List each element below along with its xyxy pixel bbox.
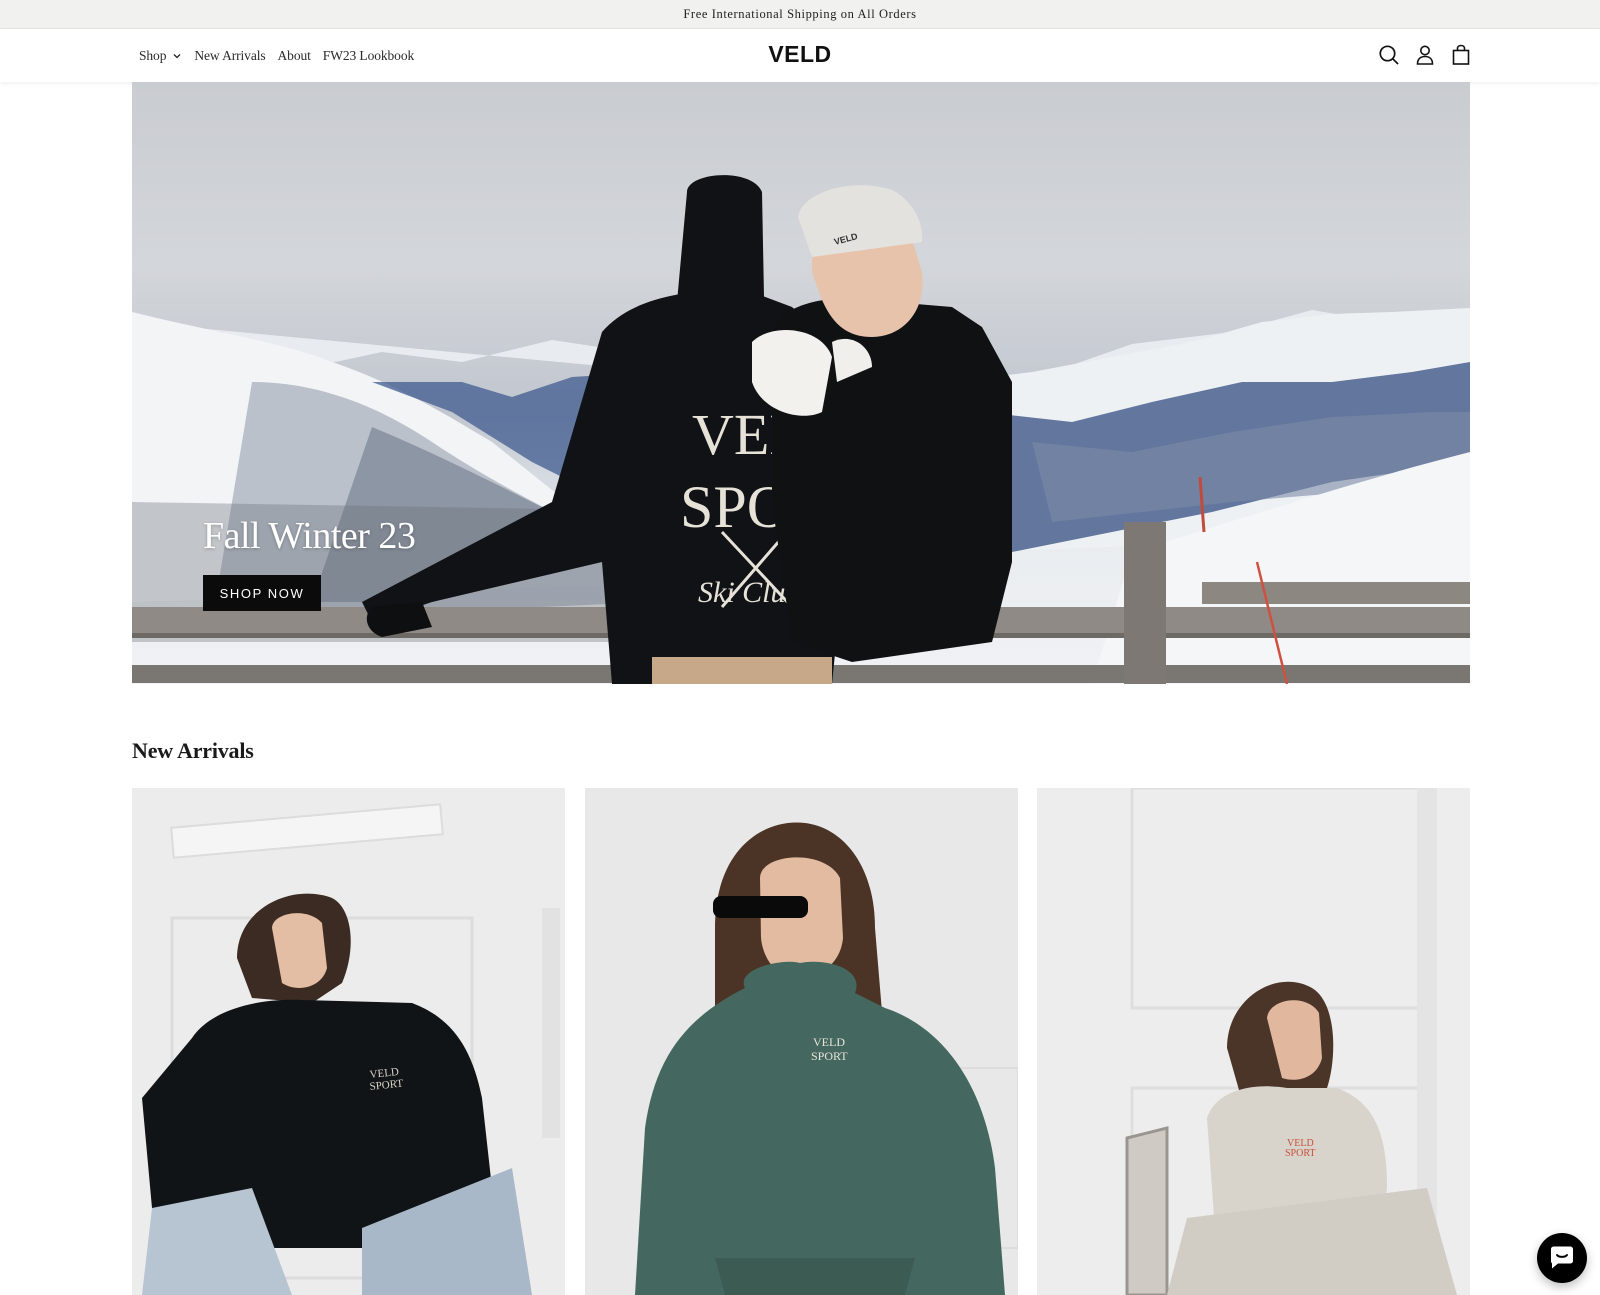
nav-shop[interactable]: Shop (139, 48, 182, 64)
nav-new-arrivals[interactable]: New Arrivals (194, 48, 265, 64)
shop-now-button[interactable]: SHOP NOW (203, 575, 321, 611)
chat-icon (1551, 1246, 1573, 1269)
nav-lookbook-label: FW23 Lookbook (322, 47, 415, 63)
cart-icon[interactable] (1449, 43, 1473, 67)
site-logo[interactable]: VELD (768, 41, 831, 67)
chevron-down-icon (173, 53, 181, 58)
product-3-print-line2: SPORT (1285, 1148, 1316, 1159)
product-2-print-line2: SPORT (811, 1049, 848, 1063)
site-header: Shop New Arrivals About FW23 Lookbook VE… (0, 29, 1600, 82)
product-image-1: VELD SPORT (132, 788, 565, 1295)
main-nav: Shop New Arrivals About FW23 Lookbook (139, 29, 414, 82)
search-icon[interactable] (1377, 43, 1401, 67)
account-icon[interactable] (1413, 43, 1437, 67)
hero-title: Fall Winter 23 (203, 515, 416, 557)
announcement-text: Free International Shipping on All Order… (683, 6, 917, 21)
nav-about-label: About (277, 47, 311, 63)
product-card-1[interactable]: VELD SPORT (132, 788, 565, 1295)
product-card-3[interactable]: VELD SPORT (1037, 788, 1470, 1295)
product-card-2[interactable]: VELD SPORT (585, 788, 1018, 1295)
hero-banner: VELD SPORT Ski Club VELD Fall Winter 23 … (132, 82, 1470, 684)
announcement-bar: Free International Shipping on All Order… (0, 0, 1600, 29)
product-image-2: VELD SPORT (585, 788, 1018, 1295)
new-arrivals-title: New Arrivals (132, 738, 254, 763)
nav-about[interactable]: About (278, 48, 311, 64)
product-2-print-line1: VELD (813, 1035, 845, 1049)
hero-image: VELD SPORT Ski Club VELD (132, 175, 1470, 684)
nav-new-arrivals-label: New Arrivals (194, 47, 266, 63)
product-image-3: VELD SPORT (1037, 788, 1470, 1295)
header-icons (1377, 43, 1473, 67)
nav-lookbook[interactable]: FW23 Lookbook (323, 48, 414, 64)
nav-shop-label: Shop (139, 47, 167, 63)
chat-button[interactable] (1537, 1233, 1587, 1283)
